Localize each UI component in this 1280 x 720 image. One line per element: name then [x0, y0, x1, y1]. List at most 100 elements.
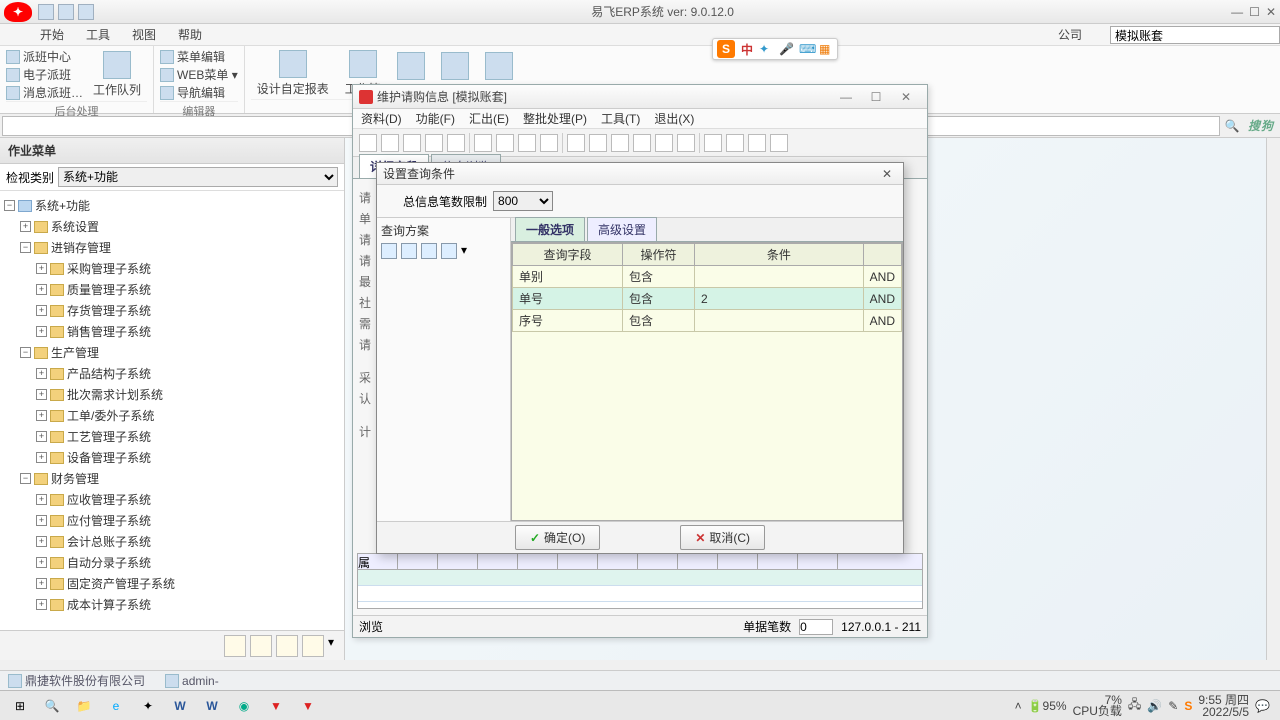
word-icon[interactable]: W [168, 694, 192, 718]
scrollbar-vertical[interactable] [1266, 138, 1280, 660]
notifications-icon[interactable]: 💬 [1255, 699, 1270, 713]
tree-leaf[interactable]: +设备管理子系统 [36, 447, 342, 468]
tb-icon[interactable] [770, 134, 788, 152]
tb-icon[interactable] [655, 134, 673, 152]
open-icon[interactable] [401, 243, 417, 259]
tb-first-icon[interactable] [474, 134, 492, 152]
battery-icon[interactable]: 🔋95% [1028, 699, 1067, 713]
search-button[interactable]: 🔍 [40, 694, 64, 718]
child-close[interactable]: ✕ [891, 90, 921, 104]
tray-up-icon[interactable]: ˄ [1015, 699, 1022, 713]
child-menu-data[interactable]: 资料(D) [361, 110, 402, 127]
ribbon-item[interactable]: 菜单编辑 [160, 48, 238, 65]
grid-row[interactable] [358, 586, 922, 602]
tree-leaf[interactable]: +质量管理子系统 [36, 279, 342, 300]
tb-icon[interactable] [726, 134, 744, 152]
search-icon[interactable]: 🔍 [1222, 119, 1242, 133]
tb-icon[interactable] [704, 134, 722, 152]
tree-leaf[interactable]: +会计总账子系统 [36, 531, 342, 552]
close-button[interactable]: ✕ [1266, 5, 1276, 19]
ime-icon[interactable]: ✦ [759, 42, 773, 56]
tb-print-icon[interactable] [447, 134, 465, 152]
ribbon-item[interactable]: WEB菜单 ▾ [160, 66, 238, 83]
tb-icon[interactable] [677, 134, 695, 152]
child-menu-batch[interactable]: 整批处理(P) [523, 110, 587, 127]
word-icon[interactable]: W [200, 694, 224, 718]
tree-leaf[interactable]: +工艺管理子系统 [36, 426, 342, 447]
clock[interactable]: 9:55 周四 2022/5/5 [1198, 694, 1249, 718]
limit-select[interactable]: 800 [493, 191, 553, 211]
qat-btn[interactable] [58, 4, 74, 20]
tree-leaf[interactable]: +固定资产管理子系统 [36, 573, 342, 594]
tb-next-icon[interactable] [518, 134, 536, 152]
ribbon-workqueue[interactable]: 工作队列 [87, 49, 147, 100]
tb-btn[interactable] [302, 635, 324, 657]
qat-btn[interactable] [38, 4, 54, 20]
tb-icon[interactable] [589, 134, 607, 152]
qat-btn[interactable] [78, 4, 94, 20]
tb-icon[interactable] [611, 134, 629, 152]
tree-leaf[interactable]: +应收管理子系统 [36, 489, 342, 510]
menu-view[interactable]: 视图 [132, 26, 156, 43]
grid-row[interactable]: 序号包含AND [513, 310, 902, 332]
tb-prev-icon[interactable] [496, 134, 514, 152]
ime-lang[interactable]: 中 [741, 41, 753, 58]
grid-row-active[interactable]: 单号包含2AND [513, 288, 902, 310]
tree-leaf[interactable]: +自动分录子系统 [36, 552, 342, 573]
ribbon-item[interactable]: 派班中心 [6, 48, 83, 65]
ribbon-item[interactable]: 电子派班 [6, 66, 83, 83]
tree-leaf[interactable]: +产品结构子系统 [36, 363, 342, 384]
tb-icon[interactable] [633, 134, 651, 152]
tb-open-icon[interactable] [381, 134, 399, 152]
tree-leaf[interactable]: +批次需求计划系统 [36, 384, 342, 405]
delete-icon[interactable] [421, 243, 437, 259]
maximize-button[interactable]: ☐ [1249, 5, 1260, 19]
copy-icon[interactable] [441, 243, 457, 259]
start-button[interactable]: ⊞ [8, 694, 32, 718]
save-icon[interactable] [381, 243, 397, 259]
child-minimize[interactable]: — [831, 90, 861, 104]
tab-advanced[interactable]: 高级设置 [587, 217, 657, 241]
grid-row[interactable] [358, 570, 922, 586]
child-menu-export[interactable]: 汇出(E) [469, 110, 509, 127]
tab-general[interactable]: 一般选项 [515, 217, 585, 241]
edge-icon[interactable]: e [104, 694, 128, 718]
ime-grid-icon[interactable]: ▦ [819, 42, 833, 56]
grid-row[interactable]: 单别包含AND [513, 266, 902, 288]
app-icon[interactable]: ✦ [136, 694, 160, 718]
ribbon-report[interactable]: 设计自定报表 [251, 48, 335, 99]
tb-btn[interactable] [276, 635, 298, 657]
erp-icon[interactable]: ▼ [264, 694, 288, 718]
tb-new-icon[interactable] [359, 134, 377, 152]
tb-icon[interactable] [748, 134, 766, 152]
ime-mic-icon[interactable]: 🎤 [779, 42, 793, 56]
tray-icon[interactable]: ✎ [1168, 699, 1178, 713]
tree-leaf[interactable]: +应付管理子系统 [36, 510, 342, 531]
erp-icon[interactable]: ▼ [296, 694, 320, 718]
explorer-icon[interactable]: 📁 [72, 694, 96, 718]
child-maximize[interactable]: ☐ [861, 90, 891, 104]
menu-start[interactable]: 开始 [40, 26, 64, 43]
tree-leaf[interactable]: +销售管理子系统 [36, 321, 342, 342]
sogou-icon[interactable]: S [717, 40, 735, 58]
tree-node[interactable]: −生产管理 [20, 342, 342, 363]
volume-icon[interactable]: 🔊 [1147, 699, 1162, 713]
system-tray[interactable]: ˄ 🔋95% 7% CPU负载 🖧 🔊 ✎ S 9:55 周四 2022/5/5… [1015, 694, 1276, 718]
network-icon[interactable]: 🖧 [1128, 695, 1141, 716]
tb-icon[interactable] [567, 134, 585, 152]
child-menu-func[interactable]: 功能(F) [416, 110, 455, 127]
tree-leaf[interactable]: +工单/委外子系统 [36, 405, 342, 426]
tree-root[interactable]: −系统+功能 [4, 195, 342, 216]
menu-tools[interactable]: 工具 [86, 26, 110, 43]
cond-input[interactable]: 2 [695, 288, 864, 310]
tb-btn[interactable] [224, 635, 246, 657]
app-icon[interactable]: ◉ [232, 694, 256, 718]
tree-node[interactable]: +系统设置 [20, 216, 342, 237]
tb-delete-icon[interactable] [425, 134, 443, 152]
ribbon-item[interactable]: 导航编辑 [160, 84, 238, 101]
tb-btn[interactable]: ▾ [328, 635, 338, 657]
nav-tree[interactable]: −系统+功能 +系统设置 −进销存管理 +采购管理子系统 +质量管理子系统 +存… [0, 191, 344, 630]
minimize-button[interactable]: — [1231, 5, 1243, 19]
menu-help[interactable]: 帮助 [178, 26, 202, 43]
cancel-button[interactable]: 取消(C) [680, 525, 765, 550]
